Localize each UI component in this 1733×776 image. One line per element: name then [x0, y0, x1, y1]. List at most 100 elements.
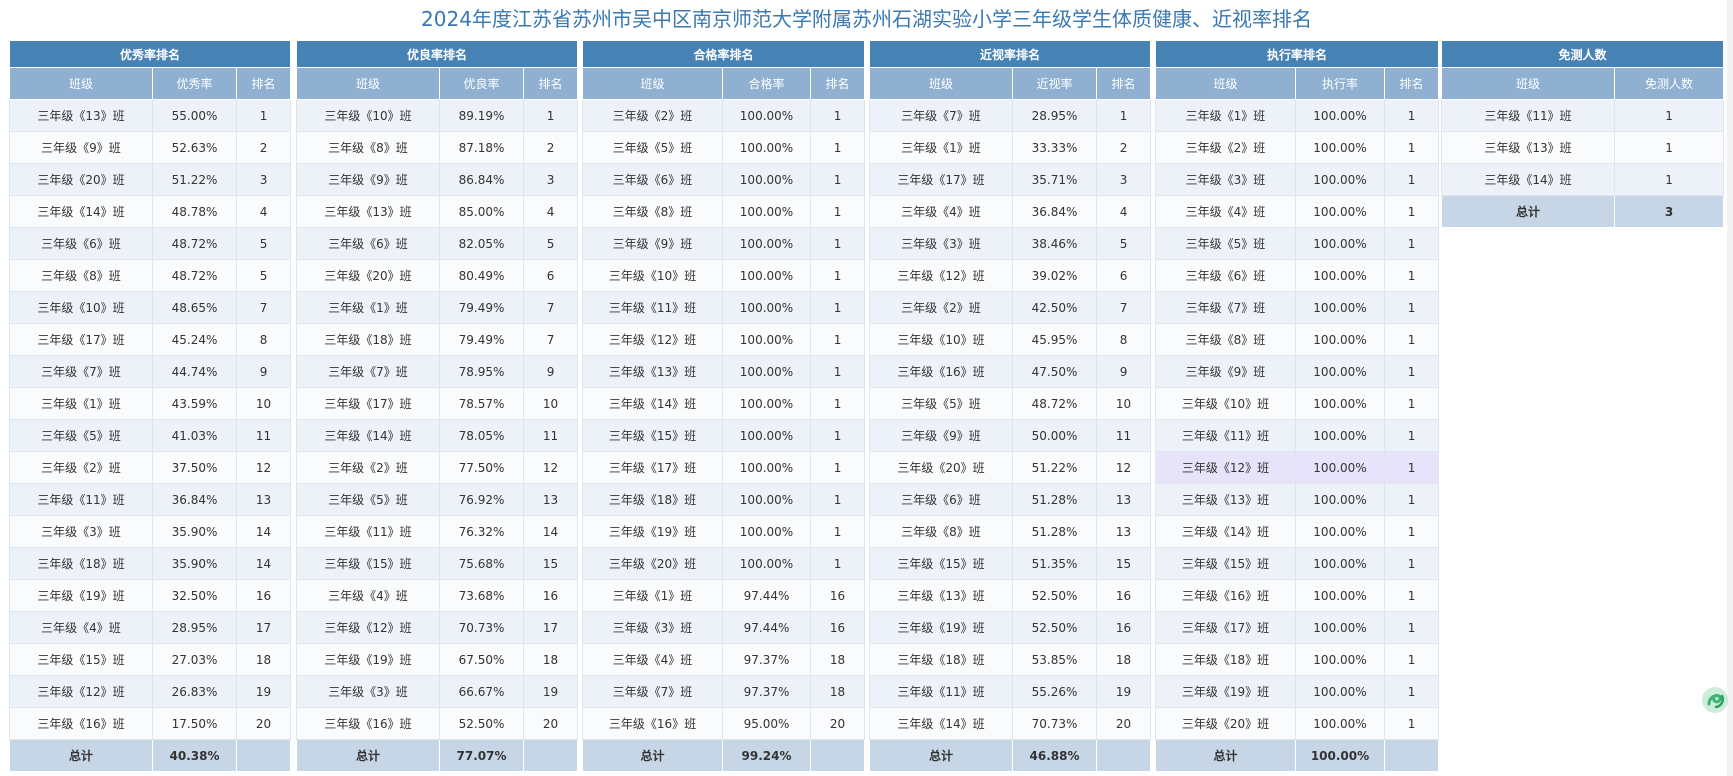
column-header[interactable]: 排名 [809, 67, 866, 100]
table-row[interactable]: 三年级《5》班 100.00% 1 [582, 131, 866, 164]
table-row[interactable]: 三年级《17》班 100.00% 1 [582, 451, 866, 484]
table-row[interactable]: 三年级《3》班 100.00% 1 [1155, 163, 1440, 196]
table-row[interactable]: 三年级《13》班 100.00% 1 [582, 355, 866, 388]
table-row[interactable]: 三年级《13》班 100.00% 1 [1155, 483, 1440, 516]
table-row[interactable]: 三年级《15》班 27.03% 18 [9, 643, 292, 676]
table-row[interactable]: 三年级《5》班 100.00% 1 [1155, 227, 1440, 260]
table-row[interactable]: 三年级《1》班 33.33% 2 [869, 131, 1152, 164]
table-row[interactable]: 三年级《15》班 51.35% 15 [869, 547, 1152, 580]
table-row[interactable]: 三年级《7》班 44.74% 9 [9, 355, 292, 388]
table-row[interactable]: 三年级《2》班 37.50% 12 [9, 451, 292, 484]
table-row[interactable]: 三年级《13》班 52.50% 16 [869, 579, 1152, 612]
table-row[interactable]: 三年级《3》班 97.44% 16 [582, 611, 866, 644]
table-row[interactable]: 三年级《8》班 100.00% 1 [582, 195, 866, 228]
table-row[interactable]: 三年级《18》班 100.00% 1 [582, 483, 866, 516]
table-row[interactable]: 三年级《7》班 28.95% 1 [869, 99, 1152, 132]
table-row[interactable]: 三年级《8》班 51.28% 13 [869, 515, 1152, 548]
table-row[interactable]: 三年级《20》班 51.22% 3 [9, 163, 292, 196]
table-row[interactable]: 三年级《6》班 100.00% 1 [582, 163, 866, 196]
table-row[interactable]: 三年级《10》班 89.19% 1 [296, 99, 579, 132]
table-row[interactable]: 三年级《9》班 100.00% 1 [1155, 355, 1440, 388]
table-row[interactable]: 三年级《14》班 48.78% 4 [9, 195, 292, 228]
column-header[interactable]: 执行率 [1295, 67, 1385, 100]
table-row[interactable]: 三年级《17》班 100.00% 1 [1155, 611, 1440, 644]
table-row[interactable]: 三年级《9》班 86.84% 3 [296, 163, 579, 196]
table-row[interactable]: 三年级《2》班 100.00% 1 [1155, 131, 1440, 164]
table-row[interactable]: 三年级《20》班 100.00% 1 [582, 547, 866, 580]
table-row[interactable]: 三年级《11》班 100.00% 1 [1155, 419, 1440, 452]
table-row[interactable]: 三年级《1》班 100.00% 1 [1155, 99, 1440, 132]
table-row[interactable]: 三年级《1》班 79.49% 7 [296, 291, 579, 324]
column-header[interactable]: 近视率 [1012, 67, 1097, 100]
table-row[interactable]: 三年级《19》班 32.50% 16 [9, 579, 292, 612]
table-row[interactable]: 三年级《4》班 97.37% 18 [582, 643, 866, 676]
column-header[interactable]: 排名 [1095, 67, 1152, 100]
table-row[interactable]: 三年级《15》班 100.00% 1 [1155, 547, 1440, 580]
table-row[interactable]: 三年级《5》班 76.92% 13 [296, 483, 579, 516]
table-row[interactable]: 三年级《8》班 87.18% 2 [296, 131, 579, 164]
table-row[interactable]: 三年级《12》班 70.73% 17 [296, 611, 579, 644]
column-header[interactable]: 免测人数 [1613, 67, 1725, 100]
table-row[interactable]: 三年级《8》班 48.72% 5 [9, 259, 292, 292]
brand-swirl-icon[interactable] [1700, 685, 1730, 715]
table-row[interactable]: 三年级《14》班 70.73% 20 [869, 707, 1152, 740]
table-row[interactable]: 三年级《11》班 76.32% 14 [296, 515, 579, 548]
table-row[interactable]: 三年级《2》班 100.00% 1 [582, 99, 866, 132]
table-row[interactable]: 三年级《12》班 100.00% 1 [582, 323, 866, 356]
table-row[interactable]: 三年级《3》班 35.90% 14 [9, 515, 292, 548]
table-row[interactable]: 三年级《13》班 1 [1441, 131, 1725, 164]
table-row[interactable]: 三年级《16》班 47.50% 9 [869, 355, 1152, 388]
table-row[interactable]: 三年级《19》班 100.00% 1 [582, 515, 866, 548]
column-header[interactable]: 排名 [522, 67, 579, 100]
table-row[interactable]: 三年级《10》班 100.00% 1 [1155, 387, 1440, 420]
table-row[interactable]: 三年级《20》班 100.00% 1 [1155, 707, 1440, 740]
table-row[interactable]: 三年级《4》班 36.84% 4 [869, 195, 1152, 228]
table-row[interactable]: 三年级《8》班 100.00% 1 [1155, 323, 1440, 356]
table-row[interactable]: 三年级《11》班 1 [1441, 99, 1725, 132]
table-row[interactable]: 三年级《14》班 100.00% 1 [582, 387, 866, 420]
table-row[interactable]: 三年级《15》班 75.68% 15 [296, 547, 579, 580]
table-row[interactable]: 三年级《18》班 100.00% 1 [1155, 643, 1440, 676]
table-row[interactable]: 三年级《10》班 100.00% 1 [582, 259, 866, 292]
table-row[interactable]: 三年级《10》班 45.95% 8 [869, 323, 1152, 356]
table-row[interactable]: 三年级《12》班 100.00% 1 [1155, 451, 1440, 484]
table-row[interactable]: 三年级《18》班 53.85% 18 [869, 643, 1152, 676]
table-row[interactable]: 三年级《14》班 100.00% 1 [1155, 515, 1440, 548]
table-row[interactable]: 三年级《16》班 17.50% 20 [9, 707, 292, 740]
table-row[interactable]: 三年级《2》班 77.50% 12 [296, 451, 579, 484]
vertical-scrollbar[interactable] [1727, 0, 1733, 776]
table-row[interactable]: 三年级《3》班 38.46% 5 [869, 227, 1152, 260]
table-row[interactable]: 三年级《15》班 100.00% 1 [582, 419, 866, 452]
column-header[interactable]: 排名 [235, 67, 292, 100]
table-row[interactable]: 三年级《19》班 67.50% 18 [296, 643, 579, 676]
column-header[interactable]: 班级 [869, 67, 1013, 100]
table-row[interactable]: 三年级《7》班 97.37% 18 [582, 675, 866, 708]
column-header[interactable]: 排名 [1383, 67, 1440, 100]
table-row[interactable]: 三年级《4》班 73.68% 16 [296, 579, 579, 612]
table-row[interactable]: 三年级《10》班 48.65% 7 [9, 291, 292, 324]
table-row[interactable]: 三年级《9》班 52.63% 2 [9, 131, 292, 164]
table-row[interactable]: 三年级《1》班 97.44% 16 [582, 579, 866, 612]
table-row[interactable]: 三年级《4》班 100.00% 1 [1155, 195, 1440, 228]
table-row[interactable]: 三年级《6》班 82.05% 5 [296, 227, 579, 260]
table-row[interactable]: 三年级《6》班 48.72% 5 [9, 227, 292, 260]
table-row[interactable]: 三年级《11》班 100.00% 1 [582, 291, 866, 324]
table-row[interactable]: 三年级《9》班 50.00% 11 [869, 419, 1152, 452]
table-row[interactable]: 三年级《3》班 66.67% 19 [296, 675, 579, 708]
table-row[interactable]: 三年级《1》班 43.59% 10 [9, 387, 292, 420]
table-row[interactable]: 三年级《2》班 42.50% 7 [869, 291, 1152, 324]
column-header[interactable]: 合格率 [722, 67, 811, 100]
table-row[interactable]: 三年级《16》班 95.00% 20 [582, 707, 866, 740]
column-header[interactable]: 班级 [1155, 67, 1296, 100]
table-row[interactable]: 三年级《18》班 35.90% 14 [9, 547, 292, 580]
column-header[interactable]: 优秀率 [152, 67, 237, 100]
table-row[interactable]: 三年级《18》班 79.49% 7 [296, 323, 579, 356]
table-row[interactable]: 三年级《20》班 51.22% 12 [869, 451, 1152, 484]
column-header[interactable]: 班级 [9, 67, 153, 100]
table-row[interactable]: 三年级《9》班 100.00% 1 [582, 227, 866, 260]
table-row[interactable]: 三年级《19》班 100.00% 1 [1155, 675, 1440, 708]
table-row[interactable]: 三年级《14》班 78.05% 11 [296, 419, 579, 452]
table-row[interactable]: 三年级《16》班 100.00% 1 [1155, 579, 1440, 612]
table-row[interactable]: 三年级《17》班 45.24% 8 [9, 323, 292, 356]
table-row[interactable]: 三年级《17》班 78.57% 10 [296, 387, 579, 420]
